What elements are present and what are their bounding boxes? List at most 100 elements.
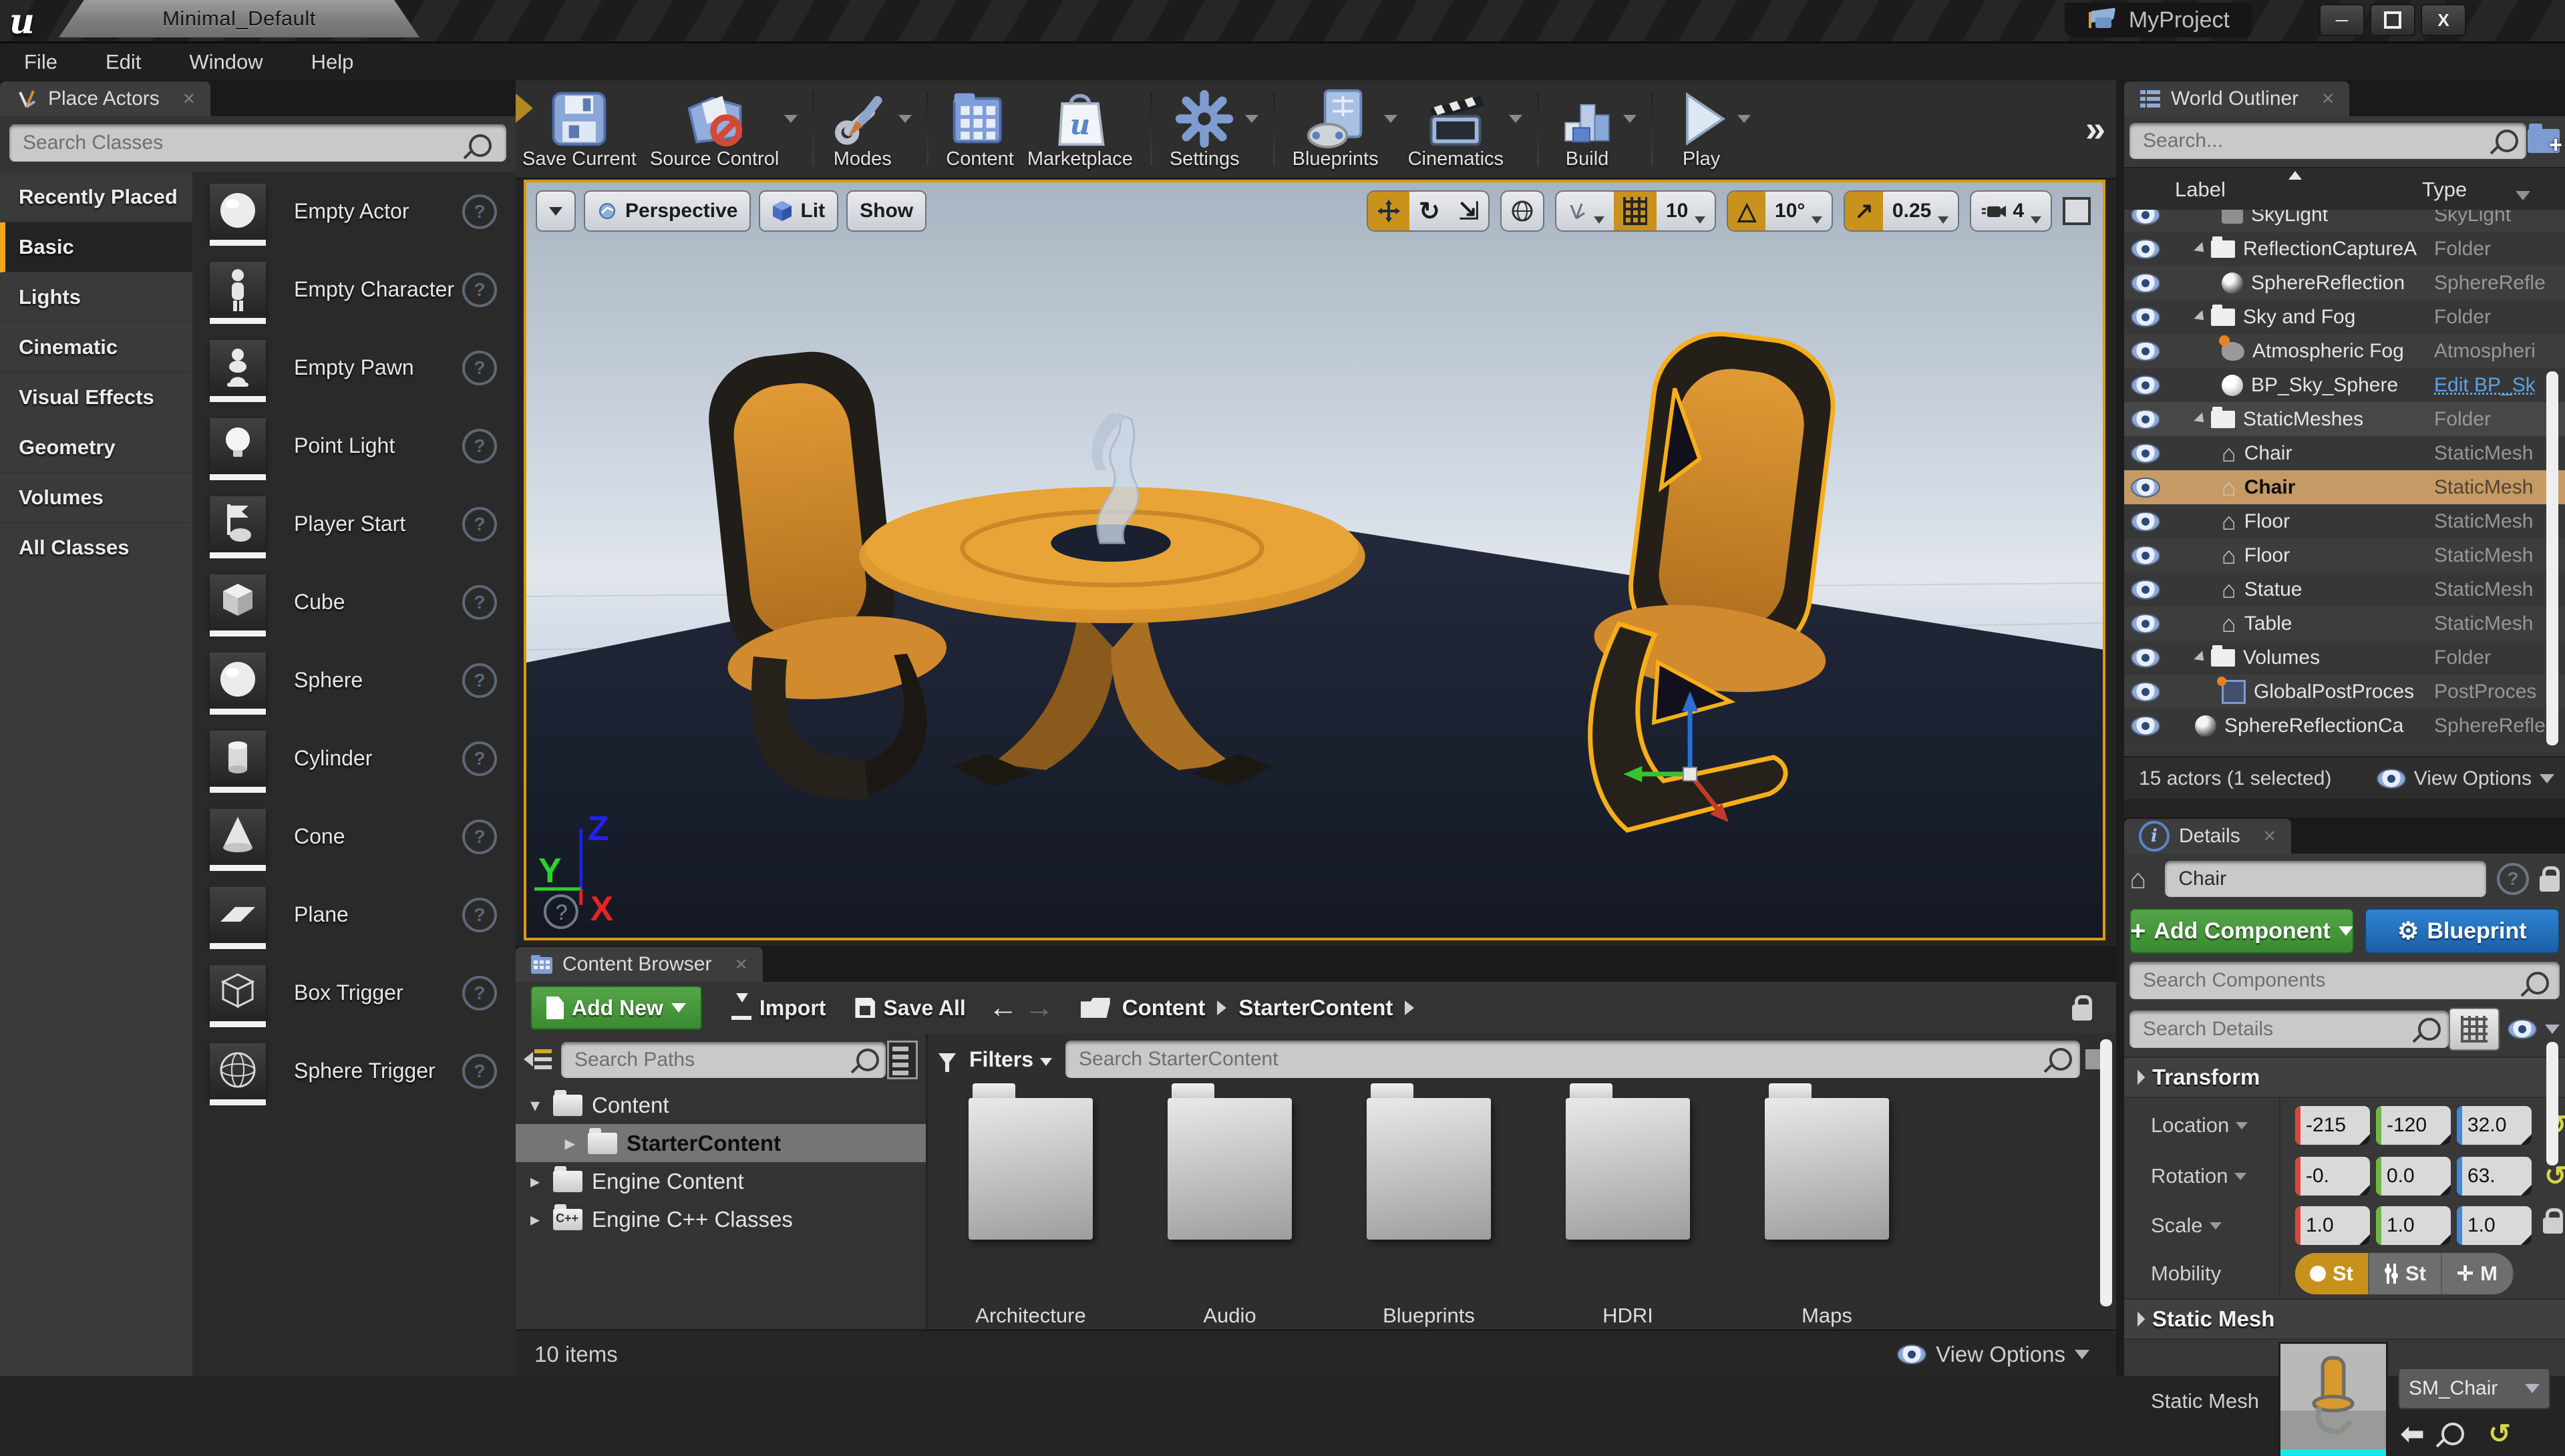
visibility-eye-icon[interactable] [2131, 716, 2160, 736]
placeable-cone[interactable]: Cone? [192, 797, 516, 876]
category-cinematic[interactable]: Cinematic [0, 323, 192, 373]
category-geometry[interactable]: Geometry [0, 423, 192, 473]
grid-snap-value[interactable]: 10 [1657, 192, 1715, 230]
viewport[interactable]: Z Y X ? Perspective Lit Show [524, 180, 2105, 940]
help-icon[interactable]: ? [462, 507, 497, 542]
search-paths-input[interactable] [561, 1042, 886, 1078]
breadcrumb-startercontent[interactable]: StarterContent [1238, 995, 1393, 1021]
outliner-row-bp-sky-sphere[interactable]: BP_Sky_SphereEdit BP_Sk [2124, 368, 2565, 402]
close-icon[interactable]: ✕ [182, 89, 196, 109]
use-selected-arrow-icon[interactable]: ⬅ [2401, 1417, 2424, 1450]
placeable-sphere[interactable]: Sphere? [192, 641, 516, 719]
rotation-x-field[interactable]: -0. [2295, 1157, 2370, 1196]
location-z-field[interactable]: 32.0 [2457, 1106, 2532, 1145]
outliner-row-globalpostproces[interactable]: GlobalPostProcesPostProces [2124, 675, 2565, 709]
rotation-y-field[interactable]: 0.0 [2376, 1157, 2451, 1196]
outliner-row-table[interactable]: ⌂TableStaticMesh [2124, 606, 2565, 641]
save-all-button[interactable]: Save All [855, 996, 965, 1021]
placeable-empty-character[interactable]: Empty Character? [192, 250, 516, 329]
perspective-button[interactable]: Perspective [584, 190, 751, 232]
search-assets-input[interactable] [1065, 1041, 2080, 1078]
tab-details[interactable]: i Details ✕ [2124, 819, 2291, 854]
surface-snap-button[interactable] [1556, 192, 1614, 230]
expand-arrow-icon[interactable]: ▸ [526, 1170, 544, 1192]
placeable-sphere-trigger[interactable]: Sphere Trigger? [192, 1032, 516, 1110]
panel-splitter[interactable] [2116, 80, 2124, 1376]
build-button[interactable]: Build [1556, 88, 1618, 170]
outliner-row-spherereflection[interactable]: SphereReflectionSphereRefle [2124, 266, 2565, 300]
chevron-down-icon[interactable] [898, 115, 912, 123]
asset-folder-architecture[interactable]: Architecture [965, 1098, 1096, 1329]
display-filter-eye-icon[interactable] [2508, 1019, 2537, 1039]
tree-startercontent[interactable]: ▸StarterContent [516, 1124, 926, 1162]
outliner-column-header[interactable]: Label Type [2124, 167, 2565, 212]
scale-tool-button[interactable]: ⇲ [1449, 192, 1488, 230]
mobility-stationary-button[interactable]: St [2369, 1253, 2442, 1294]
location-y-field[interactable]: -120 [2376, 1106, 2451, 1145]
maximize-viewport-icon[interactable] [2063, 197, 2091, 225]
help-icon[interactable]: ? [462, 429, 497, 464]
help-icon[interactable]: ? [462, 272, 497, 307]
filters-button[interactable]: Filters [969, 1047, 1052, 1072]
tree-engine-content[interactable]: ▸Engine Content [516, 1162, 926, 1200]
transform-section-header[interactable]: Transform [2124, 1057, 2565, 1098]
level-tab[interactable]: Minimal_Default [59, 0, 419, 37]
rotate-tool-button[interactable]: ↻ [1409, 192, 1449, 230]
close-icon[interactable]: ✕ [734, 955, 747, 974]
chevron-down-icon[interactable] [1384, 115, 1397, 123]
location-label[interactable]: Location [2124, 1113, 2295, 1137]
import-button[interactable]: Import [731, 996, 826, 1021]
details-scrollbar[interactable] [2546, 1042, 2558, 1165]
asset-grid-scrollbar[interactable] [2100, 1039, 2112, 1306]
column-label[interactable]: Label [2175, 178, 2226, 202]
help-icon[interactable]: ? [462, 741, 497, 776]
add-new-button[interactable]: Add New [530, 986, 702, 1030]
expand-arrow-icon[interactable]: ▸ [526, 1208, 544, 1230]
search-classes-input[interactable] [9, 124, 506, 162]
expand-arrow-icon[interactable]: ▸ [561, 1132, 578, 1154]
close-icon[interactable]: ✕ [2263, 827, 2276, 846]
scale-snap-toggle[interactable]: ↗ [1845, 192, 1883, 230]
browse-icon[interactable] [2441, 1423, 2464, 1445]
visibility-eye-icon[interactable] [2131, 443, 2160, 464]
category-recently-placed[interactable]: Recently Placed [0, 172, 192, 222]
scale-snap-value[interactable]: 0.25 [1883, 192, 1958, 230]
blueprint-button[interactable]: ⚙ Blueprint [2365, 908, 2560, 954]
move-tool-button[interactable] [1368, 192, 1409, 230]
camera-speed-button[interactable]: 4 [1971, 192, 2051, 230]
scale-y-field[interactable]: 1.0 [2376, 1206, 2451, 1245]
help-icon[interactable]: ? [462, 585, 497, 620]
placeable-player-start[interactable]: Player Start? [192, 485, 516, 563]
breadcrumb-content[interactable]: Content [1122, 995, 1206, 1021]
tab-content-browser[interactable]: Content Browser ✕ [516, 947, 763, 982]
visibility-eye-icon[interactable] [2131, 273, 2160, 293]
visibility-eye-icon[interactable] [2131, 682, 2160, 702]
type-filter-icon[interactable] [2516, 191, 2530, 200]
scale-z-field[interactable]: 1.0 [2457, 1206, 2532, 1245]
view-options-button[interactable]: View Options [1897, 1342, 2089, 1367]
category-lights[interactable]: Lights [0, 272, 192, 323]
menu-help[interactable]: Help [287, 50, 378, 74]
category-volumes[interactable]: Volumes [0, 473, 192, 523]
lit-button[interactable]: Lit [759, 190, 838, 232]
chevron-down-icon[interactable] [1623, 115, 1637, 123]
search-details-input[interactable] [2129, 1011, 2449, 1048]
forward-arrow-icon[interactable]: → [1025, 991, 1054, 1025]
scale-x-field[interactable]: 1.0 [2295, 1206, 2370, 1245]
cinematics-button[interactable]: Cinematics [1408, 88, 1504, 170]
help-icon[interactable]: ? [2497, 863, 2529, 895]
tab-world-outliner[interactable]: World Outliner ✕ [2124, 81, 2349, 116]
static-mesh-thumbnail[interactable] [2280, 1344, 2386, 1456]
close-icon[interactable]: ✕ [2321, 89, 2335, 109]
lock-icon[interactable] [2540, 876, 2560, 892]
asset-folder-maps[interactable]: Maps [1761, 1098, 1892, 1329]
outliner-row-sky-and-fog[interactable]: Sky and FogFolder [2124, 300, 2565, 334]
expand-arrow-icon[interactable]: ▾ [526, 1094, 544, 1116]
grid-snap-toggle[interactable] [1614, 192, 1657, 230]
reset-mesh-icon[interactable]: ↺ [2488, 1419, 2511, 1449]
tree-engine-c-classes[interactable]: ▸Engine C++ Classes [516, 1200, 926, 1238]
blueprints-button[interactable]: Blueprints [1293, 88, 1379, 170]
menu-edit[interactable]: Edit [81, 50, 165, 74]
close-button[interactable]: X [2421, 4, 2466, 36]
outliner-row-statue[interactable]: ⌂StatueStaticMesh [2124, 572, 2565, 606]
